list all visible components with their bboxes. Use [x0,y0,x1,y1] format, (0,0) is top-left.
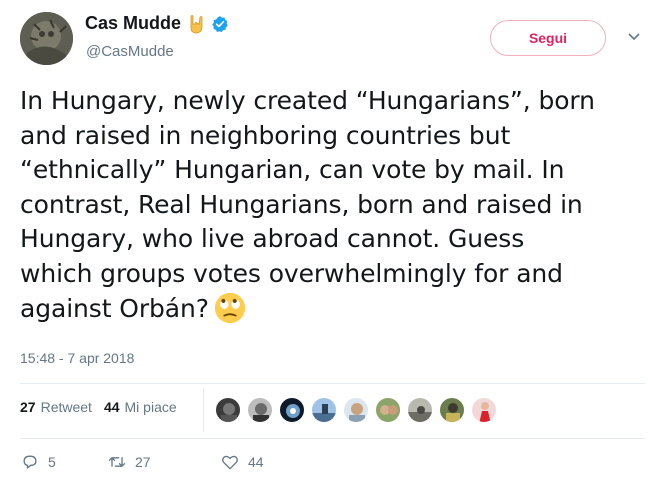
retweets-count: 27 [20,399,36,415]
verified-badge-icon [212,15,228,32]
retweet-count: 27 [135,454,151,470]
retweet-icon [108,457,126,467]
tweet-text: In Hungary, newly created “Hungarians”, … [20,84,645,327]
liker-avatar-9[interactable] [471,397,497,423]
likes-count: 44 [103,399,120,415]
divider [20,383,645,384]
liker-avatar-7[interactable] [407,397,433,423]
liker-avatar-5[interactable] [343,397,369,423]
follow-button[interactable]: Segui [490,20,606,56]
reply-icon [23,455,37,469]
tweet-timestamp[interactable]: 15:48 - 7 apr 2018 [20,350,134,366]
retweets-label: Retweet [40,399,92,415]
chevron-down-icon[interactable] [627,32,641,42]
divider [20,438,645,439]
tweet-last-line: against Orbán? [20,291,645,327]
like-button[interactable]: 44 [220,452,310,472]
liker-avatar-1[interactable] [215,397,241,423]
sign-of-the-horns-emoji [190,14,203,33]
heart-icon [222,455,238,470]
name-row: Cas Mudde [85,13,229,34]
face-with-rolling-eyes-emoji [214,292,246,324]
likes-stat[interactable]: 44 Mi piace [104,399,177,415]
retweets-stat[interactable]: 27 Retweet [20,399,92,415]
liker-avatar-3[interactable] [279,397,305,423]
tweet-line: In Hungary, newly created “Hungarians”, … [20,86,595,115]
liker-avatars [215,397,503,423]
liker-avatar-8[interactable] [439,397,465,423]
display-name[interactable]: Cas Mudde [85,13,181,34]
tweet-stats: 27 Retweet 44 Mi piace [20,399,177,415]
tweet-line: “ethnically” Hungarian, can vote by mail… [20,155,565,184]
likes-label: Mi piace [124,399,177,415]
liker-avatar-4[interactable] [311,397,337,423]
liker-avatar-2[interactable] [247,397,273,423]
tweet-line: and raised in neighboring countries but [20,120,511,150]
like-count: 44 [248,454,264,470]
tweet-line: Hungary, who live abroad cannot. Guess [20,224,525,253]
avatar[interactable] [20,12,73,65]
tweet-line: contrast, Real Hungarians, born and rais… [20,189,583,219]
tweet-line: against Orbán? [20,294,209,323]
reply-count: 5 [48,454,56,470]
user-handle[interactable]: @CasMudde [86,43,174,60]
liker-avatar-6[interactable] [375,397,401,423]
reply-button[interactable]: 5 [20,452,88,472]
retweet-button[interactable]: 27 [107,452,217,472]
tweet-actions: 5 27 44 [20,452,310,472]
tweet-line: which groups votes overwhelmingly for an… [20,258,563,288]
stats-separator [203,388,204,432]
